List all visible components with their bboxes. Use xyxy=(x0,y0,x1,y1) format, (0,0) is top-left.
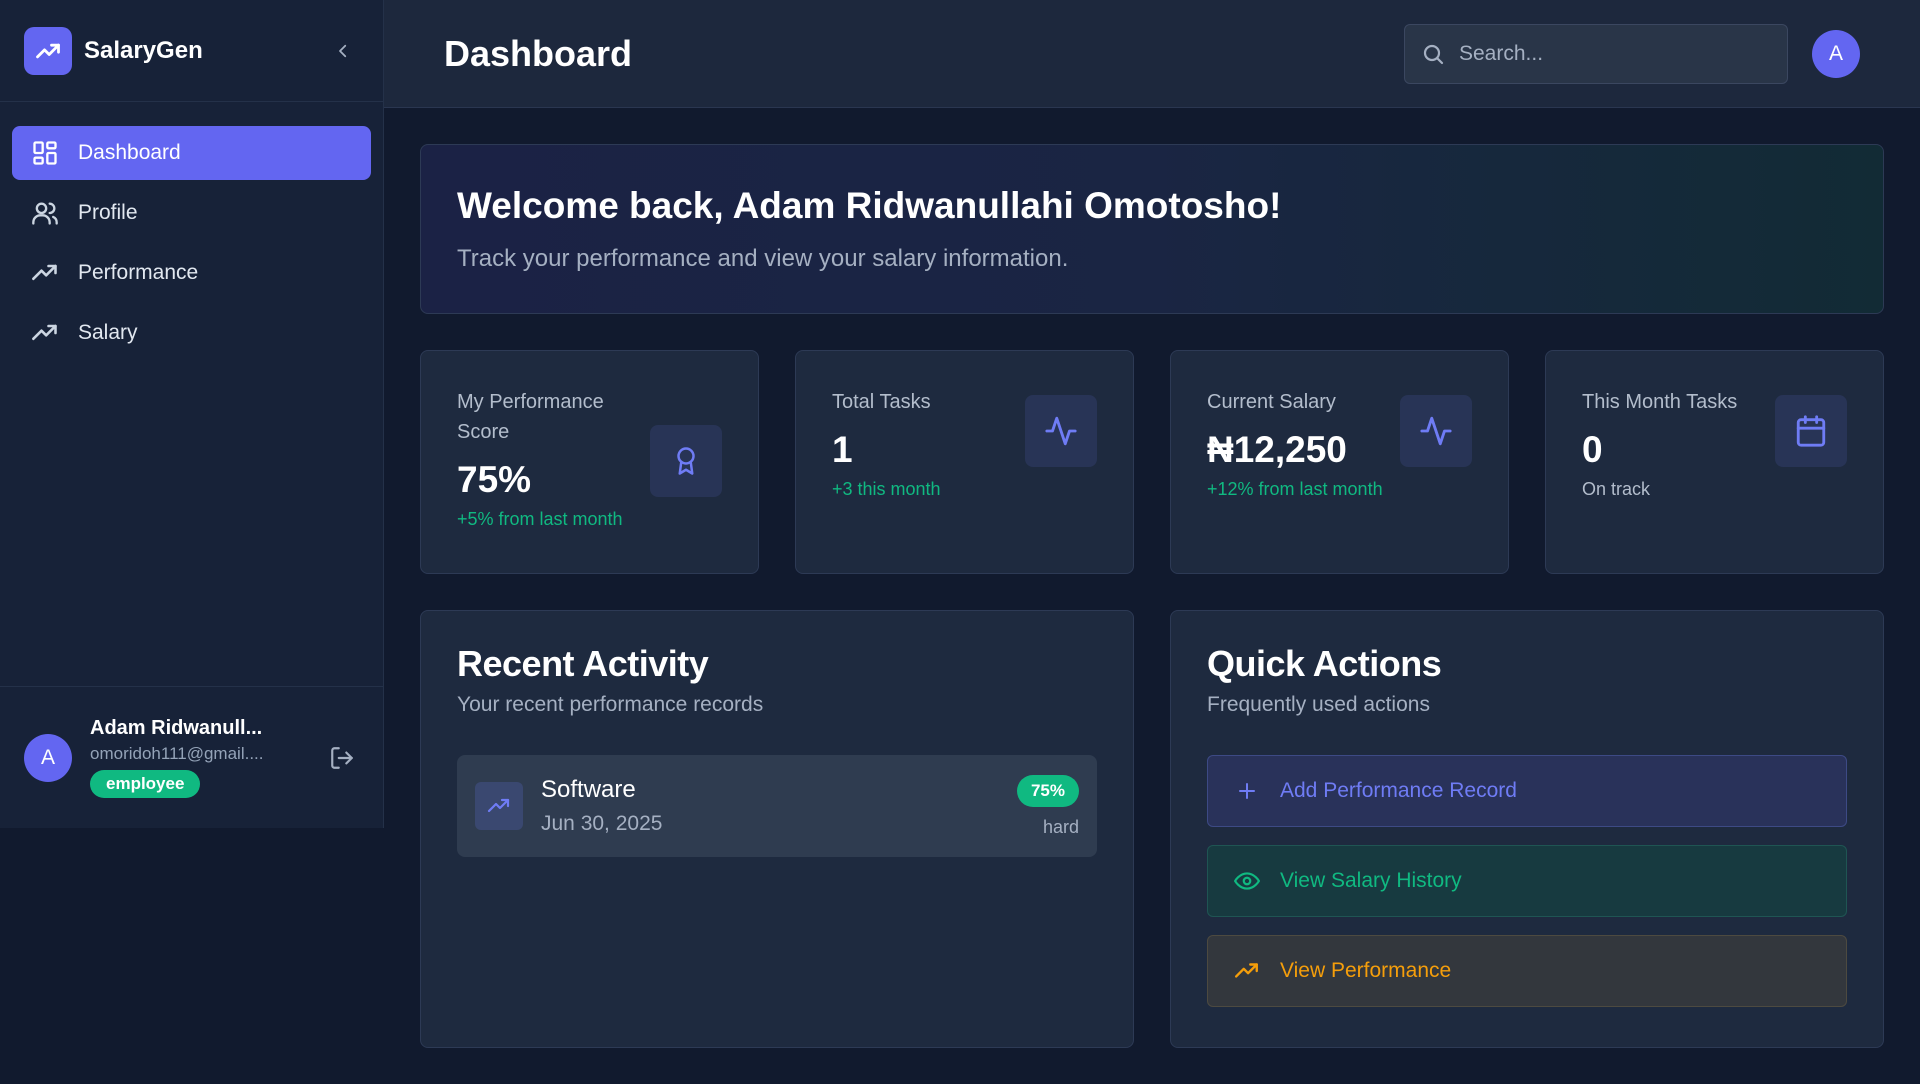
action-label: View Performance xyxy=(1280,959,1452,982)
activity-icon xyxy=(1025,395,1097,467)
sidebar-item-salary[interactable]: Salary xyxy=(12,306,371,360)
recent-activity-panel: Recent Activity Your recent performance … xyxy=(420,610,1134,1048)
search-icon xyxy=(1423,44,1444,64)
stat-card-total-tasks: Total Tasks 1 +3 this month xyxy=(795,350,1134,574)
user-email: omoridoh111@gmail.... xyxy=(90,744,264,763)
panel-subtitle: Frequently used actions xyxy=(1207,693,1430,716)
dashboard-grid-icon xyxy=(30,138,60,168)
stat-card-current-salary: Current Salary ₦12,250 +12% from last mo… xyxy=(1170,350,1509,574)
user-name: Adam Ridwanull... xyxy=(90,717,263,739)
difficulty-label: hard xyxy=(1042,816,1079,837)
sidebar: SalaryGen Dashboard Profile Performance … xyxy=(0,0,384,828)
app: SalaryGen Dashboard Profile Performance … xyxy=(0,0,1920,1084)
stat-label: Total Tasks xyxy=(832,391,931,413)
view-salary-history-button[interactable]: View Salary History xyxy=(1207,845,1847,917)
page-title: Dashboard xyxy=(444,32,633,74)
collapse-sidebar-button[interactable] xyxy=(327,35,359,67)
quick-actions-panel: Quick Actions Frequently used actions Ad… xyxy=(1170,610,1884,1048)
sidebar-user-card: A Adam Ridwanull... omoridoh111@gmail...… xyxy=(0,686,384,828)
action-label: Add Performance Record xyxy=(1280,779,1517,802)
stat-label: This Month Tasks xyxy=(1582,391,1738,413)
welcome-banner: Welcome back, Adam Ridwanullahi Omotosho… xyxy=(420,144,1884,314)
score-badge: 75% xyxy=(1016,774,1079,807)
sidebar-item-performance[interactable]: Performance xyxy=(12,246,371,300)
trending-up-icon xyxy=(1232,956,1262,986)
logout-icon xyxy=(331,746,353,769)
sidebar-item-profile[interactable]: Profile xyxy=(12,186,371,240)
trending-up-icon xyxy=(30,258,60,288)
award-icon xyxy=(650,425,722,497)
activity-text: Software Jun 30, 2025 xyxy=(541,776,1017,836)
welcome-title: Welcome back, Adam Ridwanullahi Omotosho… xyxy=(457,185,1282,226)
activity-meta: 75% hard xyxy=(1016,774,1079,838)
sidebar-item-dashboard[interactable]: Dashboard xyxy=(12,126,371,180)
stat-change: +3 this month xyxy=(832,479,941,499)
trending-up-icon xyxy=(475,782,523,830)
user-info: Adam Ridwanull... omoridoh111@gmail.... … xyxy=(90,717,324,798)
calendar-icon xyxy=(1775,395,1847,467)
brand-logo-icon xyxy=(24,26,72,75)
stat-label: My Performance Score xyxy=(457,391,604,443)
panel-subtitle: Your recent performance records xyxy=(457,693,764,716)
stat-status: On track xyxy=(1582,479,1651,499)
stat-change: +12% from last month xyxy=(1207,479,1383,499)
plus-icon xyxy=(1232,776,1262,806)
bottom-row: Recent Activity Your recent performance … xyxy=(420,610,1884,1048)
brand: SalaryGen xyxy=(0,0,383,102)
sidebar-item-label: Salary xyxy=(78,321,138,344)
avatar: A xyxy=(24,733,72,782)
brand-name: SalaryGen xyxy=(84,36,203,64)
stat-card-performance-score: My Performance Score 75% +5% from last m… xyxy=(420,350,759,574)
activity-item[interactable]: Software Jun 30, 2025 75% hard xyxy=(457,755,1097,857)
stat-change: +5% from last month xyxy=(457,509,623,529)
add-performance-record-button[interactable]: Add Performance Record xyxy=(1207,755,1847,827)
search-input[interactable] xyxy=(1459,41,1771,66)
eye-icon xyxy=(1232,866,1262,896)
action-label: View Salary History xyxy=(1280,869,1462,892)
activity-date: Jun 30, 2025 xyxy=(541,812,663,835)
sidebar-item-label: Profile xyxy=(78,201,138,224)
stats-row: My Performance Score 75% +5% from last m… xyxy=(420,350,1884,574)
panel-title: Recent Activity xyxy=(457,643,709,684)
sidebar-nav: Dashboard Profile Performance Salary xyxy=(0,102,383,390)
header-avatar[interactable]: A xyxy=(1812,29,1860,78)
quick-actions-list: Add Performance Record View Salary Histo… xyxy=(1207,755,1847,1007)
stat-label: Current Salary xyxy=(1207,391,1336,413)
logout-button[interactable] xyxy=(324,740,360,776)
activity-name: Software xyxy=(541,776,636,803)
sidebar-item-label: Dashboard xyxy=(78,141,181,164)
role-badge: employee xyxy=(90,770,201,798)
trending-up-icon xyxy=(30,318,60,348)
panel-title: Quick Actions xyxy=(1207,643,1442,684)
stat-card-month-tasks: This Month Tasks 0 On track xyxy=(1545,350,1884,574)
view-performance-button[interactable]: View Performance xyxy=(1207,935,1847,1007)
chevron-left-icon xyxy=(339,44,347,57)
activity-icon xyxy=(1400,395,1472,467)
welcome-subtitle: Track your performance and view your sal… xyxy=(457,245,1069,272)
users-icon xyxy=(30,198,60,228)
search-box xyxy=(1404,23,1788,84)
top-bar: Dashboard A xyxy=(384,0,1920,108)
main-content: Welcome back, Adam Ridwanullahi Omotosho… xyxy=(420,144,1884,1048)
sidebar-item-label: Performance xyxy=(78,261,199,284)
